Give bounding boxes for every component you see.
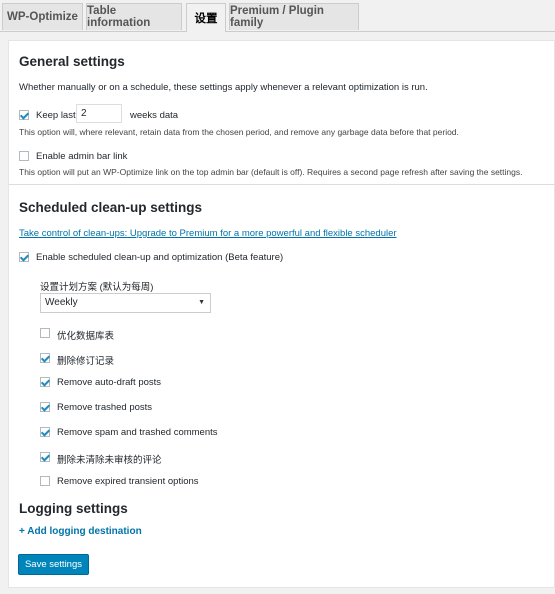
add-logging-destination-link[interactable]: + Add logging destination	[19, 526, 142, 537]
scheduled-option-checkbox[interactable]	[40, 328, 50, 338]
scheduled-option-label: Remove trashed posts	[57, 402, 153, 413]
chevron-down-icon: ▼	[198, 299, 205, 306]
tab-premium[interactable]: Premium / Plugin family	[229, 3, 359, 30]
keep-last-unit: weeks data	[130, 110, 179, 121]
scheduled-option-checkbox[interactable]	[40, 402, 50, 412]
general-settings-description: Whether manually or on a schedule, these…	[19, 82, 428, 93]
keep-last-help: This option will, where relevant, retain…	[19, 127, 459, 137]
enable-scheduled-checkbox[interactable]	[19, 252, 29, 262]
scheduled-option-checkbox[interactable]	[40, 452, 50, 462]
scheduled-option-label: 删除未清除未审核的评论	[57, 455, 162, 466]
scheduled-option-label: Remove expired transient options	[57, 476, 199, 487]
tab-wp-optimize[interactable]: WP-Optimize	[2, 3, 83, 30]
scheduled-settings-title: Scheduled clean-up settings	[19, 200, 203, 215]
settings-panel: General settings Whether manually or on …	[8, 40, 555, 588]
admin-bar-checkbox[interactable]	[19, 151, 29, 161]
enable-scheduled-label: Enable scheduled clean-up and optimizati…	[36, 252, 284, 263]
scheduled-option-label: Remove auto-draft posts	[57, 377, 162, 388]
scheduled-option-checkbox[interactable]	[40, 377, 50, 387]
admin-bar-help: This option will put an WP-Optimize link…	[19, 167, 523, 177]
scheduled-option-label: 优化数据库表	[57, 331, 115, 342]
keep-last-label: Keep last	[36, 110, 76, 121]
schedule-type-value: Weekly	[45, 297, 78, 308]
scheduled-option-checkbox[interactable]	[40, 353, 50, 363]
upgrade-premium-link[interactable]: Take control of clean-ups: Upgrade to Pr…	[19, 228, 397, 239]
schedule-type-label: 设置计划方案 (默认为每周)	[40, 282, 154, 293]
scheduled-option-label: 删除修订记录	[57, 356, 115, 367]
divider	[9, 184, 555, 185]
save-settings-button[interactable]: Save settings	[18, 554, 89, 575]
scheduled-option-checkbox[interactable]	[40, 427, 50, 437]
tab-settings[interactable]: 设置	[186, 3, 226, 32]
keep-last-weeks-input[interactable]: 2	[76, 104, 122, 123]
scheduled-option-checkbox[interactable]	[40, 476, 50, 486]
admin-bar-label: Enable admin bar link	[36, 151, 128, 162]
keep-last-checkbox[interactable]	[19, 110, 29, 120]
tab-bar: WP-Optimize Table information 设置 Premium…	[0, 0, 555, 32]
schedule-type-select[interactable]: Weekly ▼	[40, 293, 211, 313]
scheduled-option-label: Remove spam and trashed comments	[57, 427, 218, 438]
tab-table-information[interactable]: Table information	[86, 3, 182, 30]
general-settings-title: General settings	[19, 54, 125, 69]
logging-settings-title: Logging settings	[19, 501, 128, 516]
